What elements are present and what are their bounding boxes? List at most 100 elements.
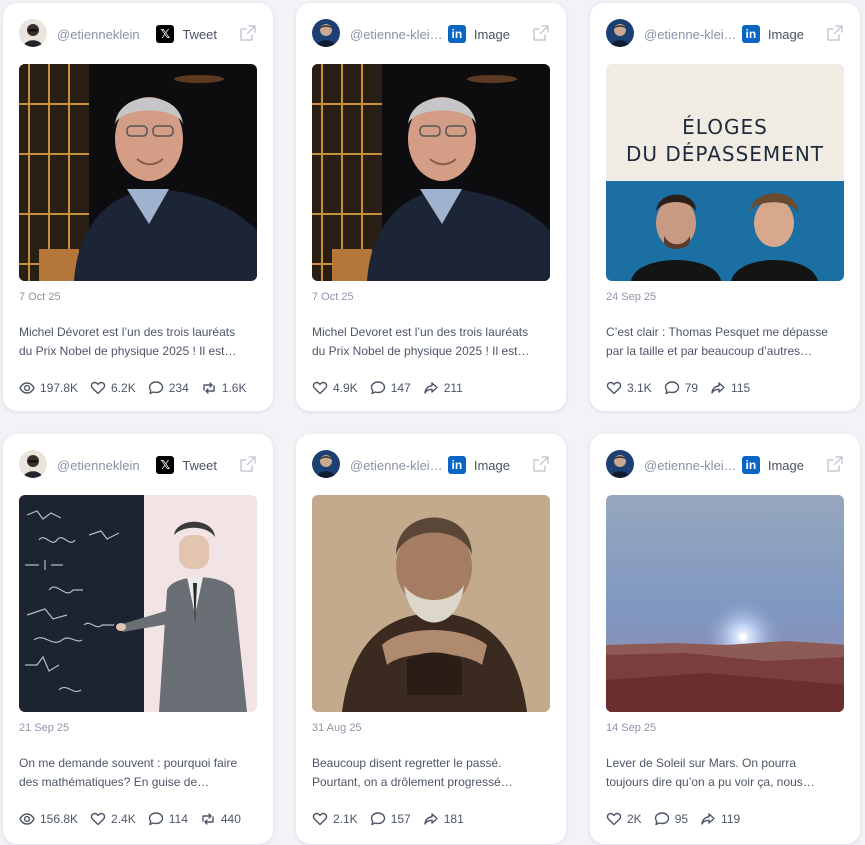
likes-stat: 4.9K: [312, 380, 358, 396]
comments-stat: 157: [370, 811, 411, 827]
comments-stat: 147: [370, 380, 411, 396]
post-date: 14 Sep 25: [606, 722, 657, 734]
post-stats: 197.8K 6.2K 234 1.6K: [19, 379, 258, 397]
comment-icon: [664, 380, 680, 396]
post-card[interactable]: @etienne-klei… in Image ÉLOGES DU DÉPASS…: [590, 3, 860, 411]
author-handle[interactable]: @etienneklein: [57, 27, 140, 42]
repost-icon: [200, 811, 216, 827]
card-header: @etienne-klei… in Image: [606, 449, 844, 481]
external-link-icon[interactable]: [239, 455, 257, 473]
post-image[interactable]: [312, 495, 550, 712]
linkedin-logo-icon: in: [447, 25, 466, 43]
views-stat: 197.8K: [19, 380, 78, 396]
post-card[interactable]: @etienne-klei… in Image 7 Oct 25 Michel …: [296, 3, 566, 411]
shares-stat: 181: [423, 811, 464, 827]
external-link-icon[interactable]: [826, 455, 844, 473]
shares-count: 115: [731, 381, 751, 395]
avatar[interactable]: [312, 19, 340, 47]
comment-icon: [370, 380, 386, 396]
platform-badge: in Image: [447, 24, 510, 44]
author-handle[interactable]: @etienneklein: [57, 458, 140, 473]
heart-icon: [606, 380, 622, 396]
author-handle[interactable]: @etienne-klei…: [350, 458, 443, 473]
platform-badge: in Image: [741, 455, 804, 475]
likes-stat: 2.1K: [312, 811, 358, 827]
linkedin-logo-icon: in: [741, 456, 760, 474]
comments-stat: 234: [148, 380, 189, 396]
post-text[interactable]: On me demande souvent : pourquoi faire d…: [19, 754, 261, 792]
author-handle[interactable]: @etienne-klei…: [350, 27, 443, 42]
post-date: 7 Oct 25: [19, 291, 61, 303]
post-text[interactable]: Lever de Soleil sur Mars. On pourra touj…: [606, 754, 848, 792]
avatar[interactable]: [606, 19, 634, 47]
platform-badge: 𝕏 Tweet: [156, 455, 217, 475]
comment-icon: [148, 811, 164, 827]
post-image[interactable]: [19, 495, 257, 712]
post-text[interactable]: C’est clair : Thomas Pesquet me dépasse …: [606, 323, 848, 361]
post-text-line: Michel Devoret est l’un des trois lauréa…: [312, 325, 529, 339]
comments-stat: 95: [654, 811, 688, 827]
reposts-count: 440: [220, 812, 241, 826]
external-link-icon[interactable]: [532, 24, 550, 42]
post-text[interactable]: Michel Devoret est l’un des trois lauréa…: [312, 323, 554, 361]
avatar[interactable]: [606, 450, 634, 478]
post-image[interactable]: ÉLOGES DU DÉPASSEMENT: [606, 64, 844, 281]
card-header: @etienne-klei… in Image: [312, 449, 550, 481]
post-date: 7 Oct 25: [312, 291, 354, 303]
avatar[interactable]: [312, 450, 340, 478]
post-stats: 156.8K 2.4K 114 440: [19, 810, 253, 828]
card-header: @etienneklein 𝕏 Tweet: [19, 449, 257, 481]
x-logo-icon: 𝕏: [156, 456, 175, 474]
share-icon: [700, 811, 716, 827]
post-text-line: C’est clair : Thomas Pesquet me dépasse: [606, 325, 828, 339]
reposts-stat: 1.6K: [201, 380, 247, 396]
comments-count: 157: [390, 812, 411, 826]
platform-badge: 𝕏 Tweet: [156, 24, 217, 44]
post-card[interactable]: @etienne-klei… in Image 31 Aug 25 Beauco…: [296, 434, 566, 844]
platform-label: Image: [473, 26, 510, 42]
views-count: 156.8K: [40, 812, 79, 826]
likes-count: 4.9K: [333, 381, 358, 395]
post-text-line: Pourtant, on a drôlement progressé…: [312, 775, 513, 789]
comment-icon: [148, 380, 164, 396]
cover-title-line: DU DÉPASSEMENT: [626, 142, 824, 166]
comments-count: 95: [674, 812, 689, 826]
post-image[interactable]: [606, 495, 844, 712]
heart-icon: [312, 380, 328, 396]
external-link-icon[interactable]: [826, 24, 844, 42]
reposts-stat: 440: [200, 811, 241, 827]
avatar[interactable]: [19, 19, 47, 47]
post-image[interactable]: [312, 64, 550, 281]
external-link-icon[interactable]: [239, 24, 257, 42]
avatar[interactable]: [19, 450, 47, 478]
platform-badge: in Image: [447, 455, 510, 475]
linkedin-logo-icon: in: [741, 25, 760, 43]
comments-stat: 79: [664, 380, 698, 396]
shares-count: 181: [443, 812, 464, 826]
comment-icon: [654, 811, 670, 827]
heart-icon: [606, 811, 622, 827]
likes-count: 6.2K: [111, 381, 136, 395]
author-handle[interactable]: @etienne-klei…: [644, 458, 737, 473]
x-logo-icon: 𝕏: [156, 25, 175, 43]
share-icon: [423, 811, 439, 827]
post-card[interactable]: @etienne-klei… in Image 14 Sep 25 Lever …: [590, 434, 860, 844]
post-stats: 2.1K 157 181: [312, 810, 476, 828]
card-header: @etienne-klei… in Image: [606, 18, 844, 50]
post-text[interactable]: Beaucoup disent regretter le passé. Pour…: [312, 754, 554, 792]
shares-count: 119: [721, 812, 741, 826]
comments-stat: 114: [148, 811, 188, 827]
post-card[interactable]: @etienneklein 𝕏 Tweet 21 Sep 25 On me de…: [3, 434, 273, 844]
post-date: 31 Aug 25: [312, 722, 362, 734]
eye-icon: [19, 811, 35, 827]
post-stats: 4.9K 147 211: [312, 379, 475, 397]
external-link-icon[interactable]: [532, 455, 550, 473]
author-handle[interactable]: @etienne-klei…: [644, 27, 737, 42]
reposts-count: 1.6K: [221, 381, 247, 395]
post-date: 24 Sep 25: [606, 291, 657, 303]
post-text[interactable]: Michel Dévoret est l’un des trois lauréa…: [19, 323, 261, 361]
cover-title-line: ÉLOGES: [682, 115, 768, 139]
comments-count: 234: [168, 381, 189, 395]
post-image[interactable]: [19, 64, 257, 281]
post-card[interactable]: @etienneklein 𝕏 Tweet 7 Oct 25 Michel Dé…: [3, 3, 273, 411]
